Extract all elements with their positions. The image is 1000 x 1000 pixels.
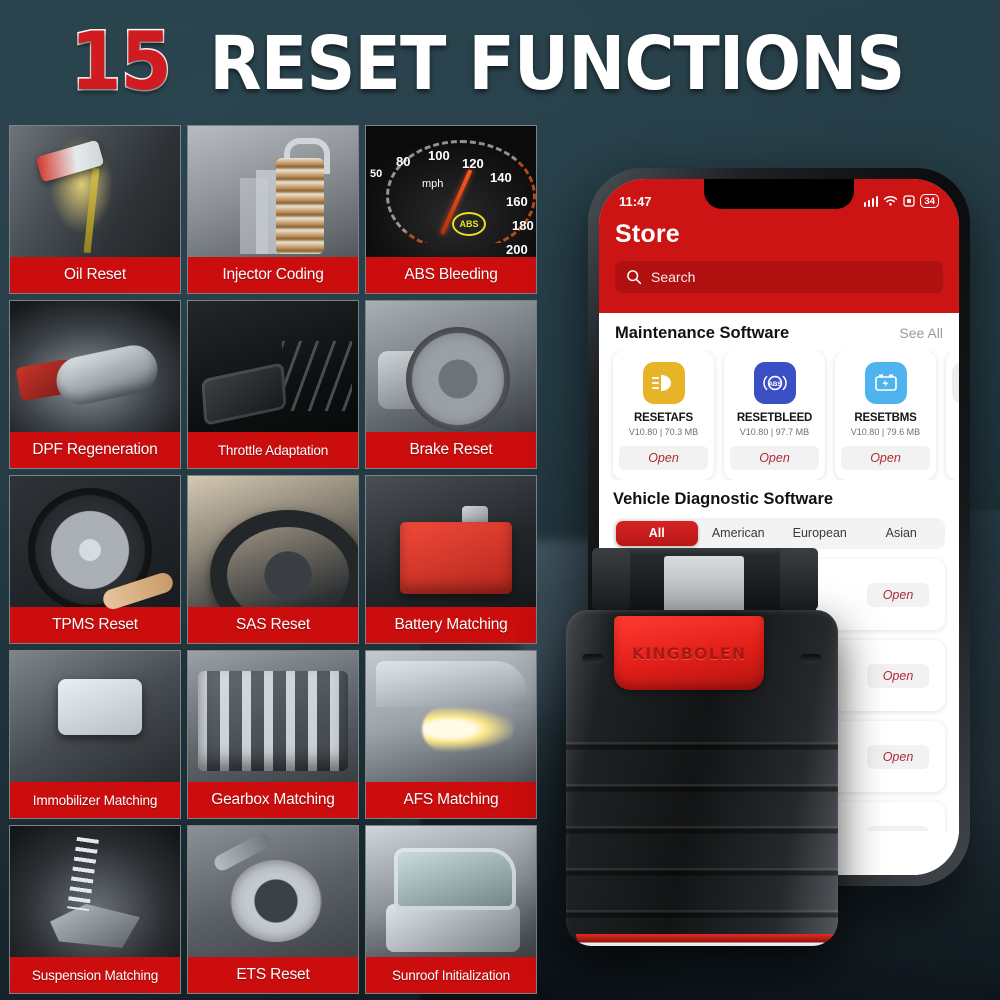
device-notch-left: [582, 654, 604, 663]
signal-icon: [864, 195, 879, 207]
region-tab-asian[interactable]: Asian: [861, 521, 943, 546]
function-tile-label: ABS Bleeding: [366, 257, 536, 293]
gauge-tick: 100: [428, 148, 450, 163]
function-grid: Oil Reset Injector Coding 50 80 100 120 140 160…: [9, 125, 543, 994]
function-tile: Brake Reset: [365, 300, 537, 469]
gauge-unit: mph: [422, 178, 444, 190]
region-tab-all[interactable]: All: [616, 521, 698, 546]
app-card[interactable]: RESETBMS V10.80 | 79.6 MB Open: [835, 351, 936, 480]
device-ribbed-texture: [566, 742, 838, 920]
app-icon-partial: [952, 362, 959, 404]
function-tile: Gearbox Matching: [187, 650, 359, 819]
open-button[interactable]: Open: [867, 744, 929, 769]
function-tile: 50 80 100 120 140 160 180 200 mph ABS ABS Bleeding: [365, 125, 537, 294]
gauge-tick: 80: [396, 154, 411, 169]
gauge-tick: 180: [512, 218, 534, 233]
phone-notch: [704, 179, 854, 209]
gauge-tick: 140: [490, 170, 512, 185]
app-name: RESETAFS: [634, 412, 693, 424]
function-tile-label: Brake Reset: [366, 432, 536, 468]
function-tile-label: Battery Matching: [366, 607, 536, 643]
gauge-tick: 50: [370, 168, 383, 180]
gauge-tick: 160: [506, 194, 528, 209]
product-banner: 15 RESET FUNCTIONS Oil Reset Injector Codi…: [0, 0, 1000, 1000]
obd-scanner-device: KINGBOLEN: [558, 548, 850, 958]
device-notch-right: [800, 654, 822, 663]
headline: 15 RESET FUNCTIONS: [0, 15, 1000, 108]
function-tile-label: DPF Regeneration: [10, 432, 180, 468]
status-time: 11:47: [619, 193, 652, 209]
open-button[interactable]: Open: [619, 446, 708, 470]
function-tile: TPMS Reset: [9, 475, 181, 644]
search-placeholder: Search: [651, 269, 696, 285]
search-icon: [627, 270, 642, 285]
function-tile: Injector Coding: [187, 125, 359, 294]
function-tile-label: Suspension Matching: [10, 957, 180, 993]
connector-pin-right: [780, 548, 818, 610]
device-body: KINGBOLEN: [566, 610, 838, 946]
app-card[interactable]: ABS RESETBLEED V10.80 | 97.7 MB Open: [724, 351, 825, 480]
device-brand-text: KINGBOLEN: [631, 643, 747, 663]
app-name: RESETBMS: [854, 412, 917, 424]
function-tile: AFS Matching: [365, 650, 537, 819]
maintenance-app-cards: RESETAFS V10.80 | 70.3 MB Open ABS RESETBLEE…: [599, 351, 959, 480]
function-tile-label: ETS Reset: [188, 957, 358, 993]
function-tile-label: Throttle Adaptation: [188, 432, 358, 468]
status-icons: 34: [864, 194, 939, 208]
connector-pin-left: [592, 548, 630, 610]
maintenance-section-title: Maintenance Software: [615, 324, 790, 342]
vehicle-section: Vehicle Diagnostic Software All American E…: [599, 480, 959, 549]
page-title: Store: [615, 220, 680, 248]
abs-warning-icon: ABS: [452, 212, 486, 236]
function-tile: ETS Reset: [187, 825, 359, 994]
battery-icon: [864, 362, 907, 404]
abs-brake-icon: ABS: [753, 362, 796, 404]
search-input[interactable]: Search: [615, 261, 943, 293]
open-button[interactable]: Open: [867, 582, 929, 607]
battery-indicator: 34: [920, 194, 939, 208]
function-tile-label: Injector Coding: [188, 257, 358, 293]
see-all-link[interactable]: See All: [899, 325, 943, 341]
function-tile-label: Immobilizer Matching: [10, 782, 180, 818]
function-tile: Suspension Matching: [9, 825, 181, 994]
gauge-tick: 200: [506, 242, 528, 257]
app-version-size: V10.80 | 97.7 MB: [739, 427, 810, 437]
function-tile-label: Oil Reset: [10, 257, 180, 293]
function-tile: Battery Matching: [365, 475, 537, 644]
function-tile: Immobilizer Matching: [9, 650, 181, 819]
app-name: RESETBLEED: [736, 412, 813, 424]
function-tile: Oil Reset: [9, 125, 181, 294]
app-card-partial[interactable]: [946, 351, 959, 480]
function-tile-label: TPMS Reset: [10, 607, 180, 643]
square-icon: [903, 195, 916, 207]
gauge-tick: 120: [462, 156, 484, 171]
function-tile-label: Sunroof Initialization: [366, 957, 536, 993]
function-tile-label: Gearbox Matching: [188, 782, 358, 818]
device-base-strip: [576, 934, 838, 946]
open-button[interactable]: Open: [867, 663, 929, 688]
device-brand-panel: KINGBOLEN: [614, 616, 764, 690]
region-tab-european[interactable]: European: [779, 521, 861, 546]
open-button[interactable]: Open: [841, 446, 930, 470]
function-tile-label: AFS Matching: [366, 782, 536, 818]
function-tile: DPF Regeneration: [9, 300, 181, 469]
function-tile-label: SAS Reset: [188, 607, 358, 643]
region-tab-american[interactable]: American: [698, 521, 780, 546]
function-tile: SAS Reset: [187, 475, 359, 644]
app-card[interactable]: RESETAFS V10.80 | 70.3 MB Open: [613, 351, 714, 480]
open-button[interactable]: Open: [730, 446, 819, 470]
app-version-size: V10.80 | 79.6 MB: [850, 427, 921, 437]
headline-text: RESET FUNCTIONS: [209, 21, 905, 107]
region-filter-tabs: All American European Asian: [613, 518, 945, 549]
app-version-size: V10.80 | 70.3 MB: [628, 427, 699, 437]
headlight-icon: [642, 362, 685, 404]
headline-count: 15: [69, 15, 173, 108]
function-tile: Throttle Adaptation: [187, 300, 359, 469]
vehicle-section-title: Vehicle Diagnostic Software: [613, 490, 834, 508]
maintenance-section-header: Maintenance Software See All: [599, 313, 959, 351]
wifi-icon: [884, 196, 898, 206]
svg-text:ABS: ABS: [768, 381, 781, 388]
function-tile: Sunroof Initialization: [365, 825, 537, 994]
